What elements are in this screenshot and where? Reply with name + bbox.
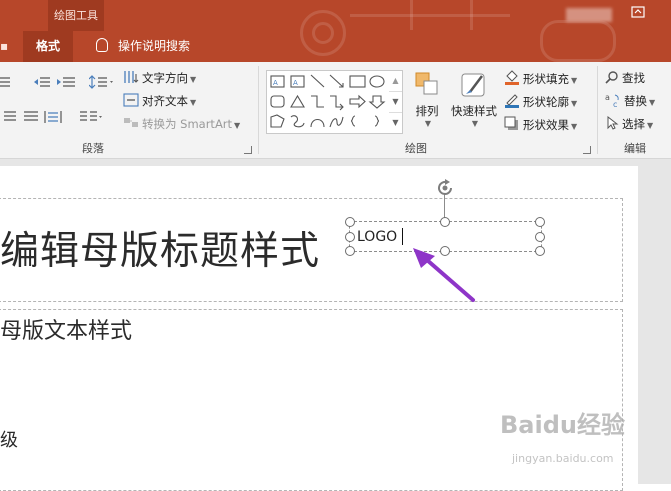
lightbulb-icon: [96, 38, 108, 52]
annotation-arrow: [413, 248, 475, 302]
watermark-url: jingyan.baidu.com: [512, 452, 614, 465]
cursor-arrow-icon: [607, 116, 619, 130]
svg-text:c: c: [613, 100, 617, 107]
align-left-partial-icon[interactable]: [0, 110, 16, 127]
shapes-gallery[interactable]: A A: [266, 70, 391, 134]
text-cursor: [402, 228, 403, 245]
justify-icon[interactable]: [23, 110, 39, 127]
shape-outline-button[interactable]: 形状轮廓 ▼: [504, 93, 577, 110]
text-direction-label: 文字方向: [142, 71, 188, 85]
shape-fill-label: 形状填充: [523, 72, 569, 86]
ribbon: 文字方向 ▼ 对齐文本 ▼ 转换为 SmartArt ▼ 段落 A A ▲ ▼ …: [0, 62, 671, 159]
quick-styles-icon: [461, 73, 485, 97]
quick-styles-button[interactable]: 快速样式 ▼: [448, 70, 500, 128]
logo-textbox-text[interactable]: LOGO: [357, 229, 397, 245]
align-text-icon: [123, 93, 139, 107]
tab-format[interactable]: 格式: [23, 31, 73, 62]
resize-handle-bottom-right[interactable]: [535, 246, 545, 256]
pen-outline-icon: [505, 94, 519, 108]
align-text-button[interactable]: 对齐文本 ▼: [123, 93, 196, 109]
shape-effects-label: 形状效果: [523, 118, 569, 132]
svg-text:A: A: [273, 79, 278, 87]
decrease-indent-icon[interactable]: [34, 76, 50, 91]
watermark-logo: Baidu经验: [500, 411, 625, 439]
columns-icon[interactable]: [79, 110, 105, 127]
shapes-gallery-scroll[interactable]: ▲ ▼ ▼: [389, 70, 403, 134]
distributed-icon[interactable]: [44, 110, 62, 127]
group-separator: [597, 66, 598, 154]
bullets-partial-icon[interactable]: [0, 76, 10, 91]
shape-effects-button[interactable]: 形状效果 ▼: [504, 116, 577, 133]
resize-handle-top[interactable]: [440, 217, 450, 227]
body-level-text[interactable]: 级: [0, 426, 18, 452]
gallery-up-icon[interactable]: ▲: [389, 71, 402, 91]
paint-bucket-icon: [505, 70, 519, 85]
body-placeholder-text[interactable]: 母版文本样式: [0, 313, 132, 345]
convert-smartart-label: 转换为 SmartArt: [142, 117, 233, 131]
resize-handle-left[interactable]: [345, 232, 355, 242]
find-icon: [605, 71, 618, 84]
arrange-label: 排列: [415, 104, 439, 118]
arrange-button[interactable]: 排列 ▼: [412, 70, 442, 128]
tell-me-label: 操作说明搜索: [118, 39, 191, 53]
resize-handle-top-left[interactable]: [345, 217, 355, 227]
gallery-more-icon[interactable]: ▼: [389, 112, 402, 133]
arrange-icon: [415, 72, 438, 95]
text-direction-icon: [124, 71, 139, 83]
resize-handle-top-right[interactable]: [535, 217, 545, 227]
contextual-tab-drawing-tools: 绘图工具: [48, 0, 104, 31]
drawing-group-label: 绘图: [405, 142, 427, 155]
increase-indent-icon[interactable]: [57, 76, 75, 91]
replace-button[interactable]: a c 替换 ▼: [605, 93, 655, 109]
align-text-label: 对齐文本: [142, 94, 188, 108]
svg-text:A: A: [293, 79, 298, 87]
line-spacing-icon[interactable]: [88, 74, 115, 93]
editing-group-label: 编辑: [624, 142, 646, 155]
rotate-handle-icon[interactable]: [434, 177, 456, 202]
replace-icon: ac: [605, 93, 619, 107]
svg-text:a: a: [605, 93, 610, 102]
shape-outline-label: 形状轮廓: [523, 95, 569, 109]
text-direction-button[interactable]: 文字方向 ▼: [123, 70, 196, 86]
convert-smartart-button[interactable]: 转换为 SmartArt ▼: [123, 116, 240, 132]
shapes-gallery-icons: A A: [270, 74, 386, 128]
tell-me-search[interactable]: 操作说明搜索: [96, 31, 190, 62]
select-label: 选择: [622, 117, 645, 131]
resize-handle-right[interactable]: [535, 232, 545, 242]
select-button[interactable]: 选择 ▼: [605, 116, 653, 132]
paragraph-dialog-launcher[interactable]: [244, 146, 252, 154]
resize-handle-bottom-left[interactable]: [345, 246, 355, 256]
ribbon-display-options-icon[interactable]: [630, 6, 646, 20]
shape-effects-icon: [504, 116, 518, 130]
account-name-blurred[interactable]: [566, 8, 612, 22]
title-placeholder-text[interactable]: 编辑母版标题样式: [0, 220, 320, 276]
smartart-icon: [124, 118, 138, 127]
gallery-down-icon[interactable]: ▼: [389, 91, 402, 112]
quick-styles-label: 快速样式: [451, 104, 497, 118]
group-separator: [258, 66, 259, 154]
drawing-dialog-launcher[interactable]: [583, 146, 591, 154]
tab-partial[interactable]: ▪: [0, 31, 8, 62]
shape-fill-button[interactable]: 形状填充 ▼: [504, 70, 577, 87]
find-label: 查找: [622, 71, 645, 85]
paragraph-group-label: 段落: [82, 142, 104, 155]
replace-label: 替换: [624, 94, 647, 108]
find-button[interactable]: 查找: [605, 70, 645, 86]
